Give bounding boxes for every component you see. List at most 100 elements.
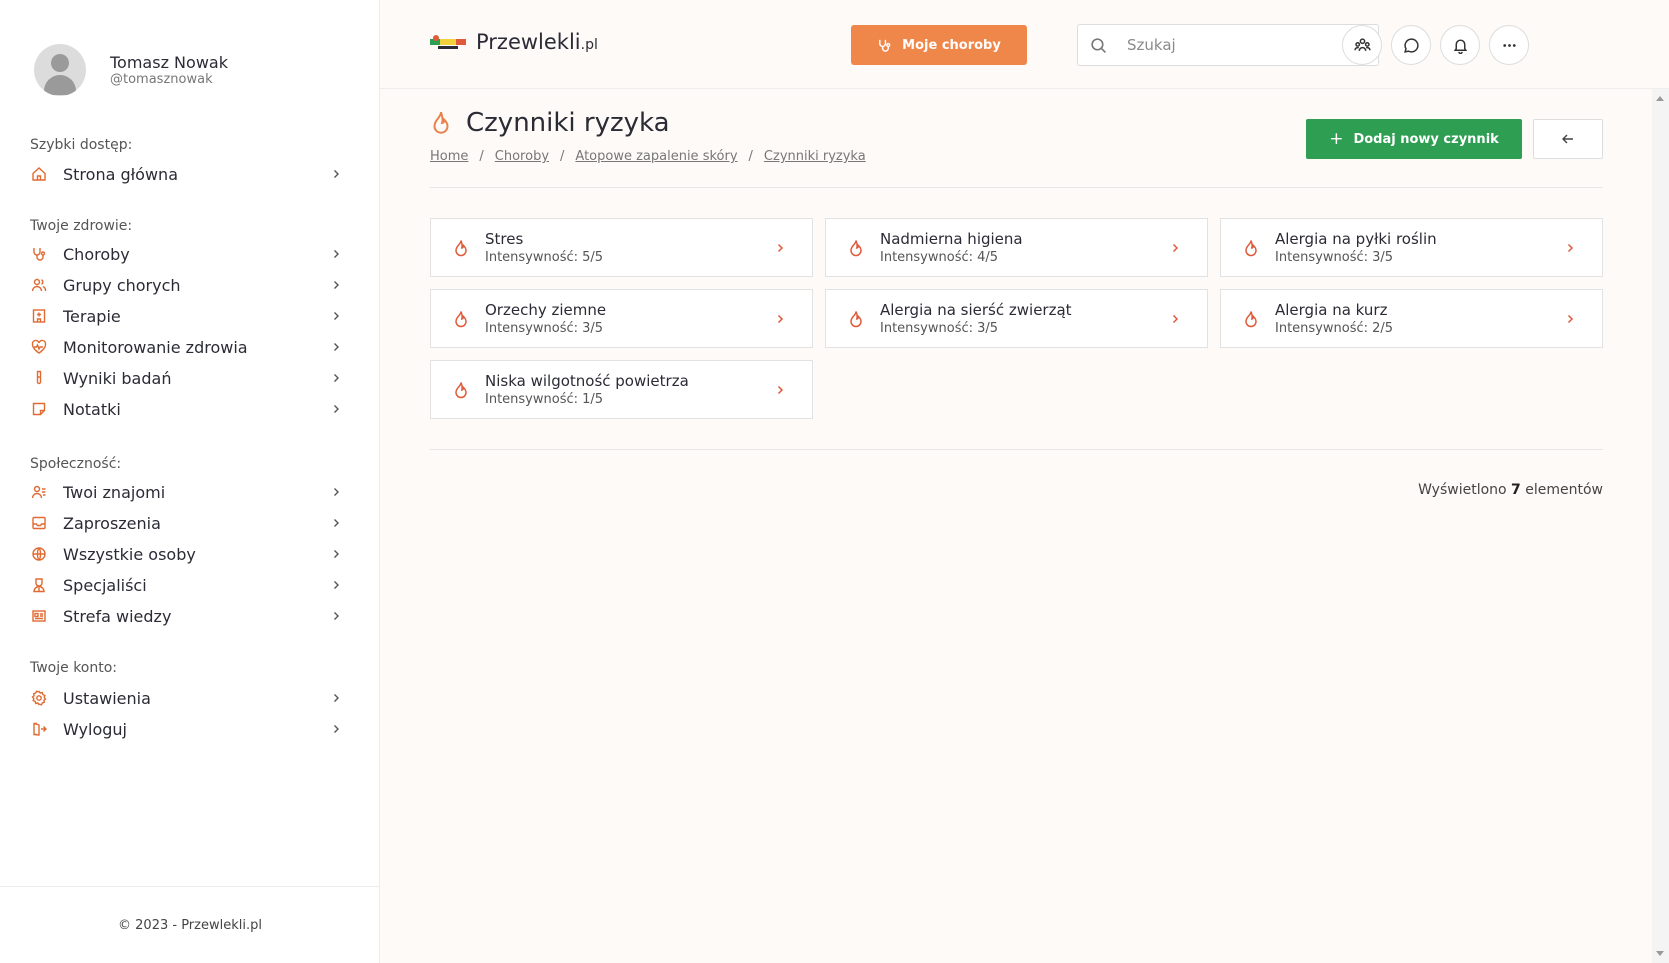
risk-factor-card[interactable]: Alergia na pyłki roślin Intensywność: 3/… (1220, 218, 1603, 277)
section-title-quick-access: Szybki dostęp: (30, 137, 133, 153)
sidebar-item-invitations[interactable]: Zaproszenia (30, 509, 342, 537)
chevron-right-icon (1567, 243, 1574, 252)
chevron-right-icon (334, 581, 339, 589)
sidebar-item-label: Ustawienia (63, 688, 151, 708)
chevron-right-icon (1172, 314, 1179, 323)
globe-icon (30, 545, 48, 563)
stethoscope-icon (30, 245, 48, 263)
risk-factor-intensity: Intensywność: 5/5 (485, 249, 604, 265)
page-title: Czynniki ryzyka (466, 108, 670, 138)
risk-factor-name: Niska wilgotność powietrza (485, 371, 689, 390)
chevron-right-icon (334, 312, 339, 320)
flame-icon (455, 381, 467, 398)
breadcrumb-disease[interactable]: Atopowe zapalenie skóry (575, 149, 737, 164)
more-dots-icon (1502, 43, 1516, 47)
count-value: 7 (1511, 482, 1521, 498)
risk-factor-name: Alergia na kurz (1275, 300, 1388, 319)
sidebar-item-label: Choroby (63, 244, 130, 264)
bell-icon (1453, 38, 1467, 54)
risk-factor-name: Orzechy ziemne (485, 300, 607, 319)
sidebar-item-test-results[interactable]: Wyniki badań (30, 364, 342, 392)
chevron-right-icon (1567, 314, 1574, 323)
sidebar-item-label: Terapie (63, 306, 121, 326)
my-diseases-button[interactable]: Moje choroby (851, 25, 1027, 65)
sidebar-item-label: Grupy chorych (63, 275, 181, 295)
scroll-down-arrow[interactable] (1656, 951, 1664, 956)
sidebar-item-label: Monitorowanie zdrowia (63, 337, 248, 357)
sidebar-item-notes[interactable]: Notatki (30, 395, 342, 423)
risk-factor-card[interactable]: Alergia na sierść zwierząt Intensywność:… (825, 289, 1208, 348)
sidebar-item-health-monitoring[interactable]: Monitorowanie zdrowia (30, 333, 342, 361)
back-button[interactable] (1533, 119, 1603, 159)
items-count: Wyświetlono 7 elementów (1418, 482, 1603, 498)
risk-factor-intensity: Intensywność: 2/5 (1275, 320, 1394, 336)
sidebar-item-all-people[interactable]: Wszystkie osoby (30, 540, 342, 568)
flame-icon (1245, 310, 1257, 327)
sidebar-item-home[interactable]: Strona główna (30, 160, 342, 188)
count-prefix: Wyświetlono (1418, 482, 1507, 498)
risk-factor-card[interactable]: Stres Intensywność: 5/5 (430, 218, 813, 277)
users-icon (1353, 37, 1371, 51)
sidebar-item-label: Wyniki badań (63, 368, 172, 388)
user-list-icon (30, 483, 48, 501)
chevron-right-icon (777, 314, 784, 323)
sidebar-item-patient-groups[interactable]: Grupy chorych (30, 271, 342, 299)
heart-pulse-icon (30, 338, 48, 356)
divider (430, 187, 1603, 188)
notifications-button[interactable] (1440, 25, 1480, 65)
section-title-account: Twoje konto: (30, 660, 118, 676)
home-icon (30, 165, 48, 183)
sidebar-item-friends[interactable]: Twoi znajomi (30, 478, 342, 506)
sidebar-item-knowledge[interactable]: Strefa wiedzy (30, 602, 342, 630)
sidebar-item-label: Twoi znajomi (63, 482, 166, 502)
scrollbar[interactable] (1652, 89, 1669, 963)
user-handle: @tomasznowak (110, 71, 213, 87)
sidebar-item-label: Specjaliści (63, 575, 147, 595)
chevron-right-icon (334, 488, 339, 496)
chevron-right-icon (334, 725, 339, 733)
sidebar-item-specialists[interactable]: Specjaliści (30, 571, 342, 599)
sidebar-footer: © 2023 - Przewlekli.pl (0, 886, 380, 963)
my-diseases-label: Moje choroby (902, 37, 1001, 53)
chevron-right-icon (334, 405, 339, 413)
risk-factor-card[interactable]: Niska wilgotność powietrza Intensywność:… (430, 360, 813, 419)
scroll-up-arrow[interactable] (1656, 96, 1664, 101)
breadcrumb-home[interactable]: Home (430, 149, 468, 164)
risk-factor-card[interactable]: Orzechy ziemne Intensywność: 3/5 (430, 289, 813, 348)
flame-icon (433, 111, 449, 134)
flame-icon (1245, 239, 1257, 256)
more-button[interactable] (1489, 25, 1529, 65)
chevron-right-icon (777, 385, 784, 394)
breadcrumb: Home / Choroby / Atopowe zapalenie skóry… (430, 149, 866, 164)
arrow-left-icon (1562, 134, 1573, 144)
logout-icon (30, 720, 48, 738)
sidebar-item-label: Wyloguj (63, 719, 127, 739)
search-box (1077, 24, 1379, 66)
chevron-right-icon (334, 281, 339, 289)
add-factor-button[interactable]: + Dodaj nowy czynnik (1306, 119, 1522, 159)
sidebar-item-label: Strona główna (63, 164, 178, 184)
groups-button[interactable] (1342, 25, 1382, 65)
count-suffix: elementów (1525, 482, 1603, 498)
search-input[interactable] (1127, 36, 1347, 54)
sidebar-item-label: Wszystkie osoby (63, 544, 196, 564)
breadcrumb-risk-factors[interactable]: Czynniki ryzyka (764, 149, 866, 164)
messages-button[interactable] (1391, 25, 1431, 65)
sidebar-item-logout[interactable]: Wyloguj (30, 715, 342, 743)
sidebar-item-label: Notatki (63, 399, 121, 419)
chevron-right-icon (1172, 243, 1179, 252)
chevron-right-icon (334, 694, 339, 702)
user-profile[interactable]: Tomasz Nowak @tomasznowak (34, 44, 228, 96)
risk-factor-card[interactable]: Nadmierna higiena Intensywność: 4/5 (825, 218, 1208, 277)
sidebar: Tomasz Nowak @tomasznowak Szybki dostęp:… (0, 0, 380, 963)
sidebar-item-diseases[interactable]: Choroby (30, 240, 342, 268)
flame-icon (455, 239, 467, 256)
chevron-right-icon (334, 250, 339, 258)
sidebar-item-therapies[interactable]: Terapie (30, 302, 342, 330)
breadcrumb-diseases[interactable]: Choroby (495, 149, 549, 164)
logo[interactable]: Przewlekli.pl (430, 30, 598, 54)
flame-icon (850, 239, 862, 256)
risk-factor-card[interactable]: Alergia na kurz Intensywność: 2/5 (1220, 289, 1603, 348)
risk-factor-name: Stres (485, 229, 524, 248)
sidebar-item-settings[interactable]: Ustawienia (30, 684, 342, 712)
